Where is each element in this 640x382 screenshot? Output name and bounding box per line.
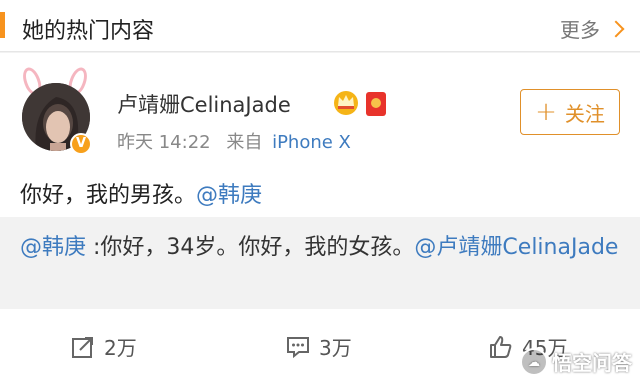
chevron-right-icon — [607, 20, 625, 38]
more-label: 更多 — [560, 18, 600, 42]
repost-target-mention[interactable]: @卢靖姗CelinaJade — [414, 235, 618, 260]
weibo-post: V 卢靖姗CelinaJade 昨天 14:22 来自 iPhone X + 关… — [0, 53, 640, 382]
content-text: 你好，我的男孩。 — [20, 183, 197, 208]
comment-button[interactable]: 3万 — [285, 332, 352, 361]
watermark: ☁ 悟空问答 — [520, 347, 632, 376]
section-accent-bar — [0, 12, 5, 38]
red-envelope-icon[interactable] — [366, 92, 386, 116]
avatar-wrap[interactable]: V — [18, 65, 98, 157]
verified-badge-icon: V — [70, 133, 92, 155]
plus-icon: + — [535, 97, 557, 127]
section-title: 她的热门内容 — [22, 19, 155, 44]
more-link[interactable]: 更多 — [560, 14, 625, 43]
content-mention[interactable]: @韩庚 — [196, 183, 262, 208]
repost-block[interactable]: @韩庚 :你好，34岁。你好，我的女孩。@卢靖姗CelinaJade — [0, 217, 640, 309]
post-time: 昨天 14:22 — [117, 132, 211, 153]
source-prefix: 来自 — [226, 132, 263, 153]
comment-icon — [287, 336, 309, 358]
repost-author-mention[interactable]: @韩庚 — [20, 235, 86, 260]
thumbs-up-icon — [490, 335, 512, 358]
wukong-logo-icon: ☁ — [520, 347, 548, 376]
follow-button[interactable]: + 关注 — [520, 89, 620, 135]
comment-count: 3万 — [319, 336, 352, 360]
post-content: 你好，我的男孩。@韩庚 — [20, 177, 262, 209]
share-count: 2万 — [104, 336, 137, 360]
username[interactable]: 卢靖姗CelinaJade — [117, 89, 291, 119]
repost-body: :你好，34岁。你好，我的女孩。 — [86, 235, 415, 260]
crown-icon — [332, 89, 360, 119]
section-header: 她的热门内容 更多 — [0, 0, 640, 52]
share-icon — [72, 336, 93, 358]
device-link[interactable]: iPhone X — [272, 132, 351, 153]
share-button[interactable]: 2万 — [70, 332, 137, 361]
watermark-text: 悟空问答 — [552, 351, 632, 375]
repost-text: @韩庚 :你好，34岁。你好，我的女孩。@卢靖姗CelinaJade — [20, 231, 620, 265]
follow-label: 关注 — [564, 101, 605, 126]
post-meta: 昨天 14:22 来自 iPhone X — [117, 128, 351, 154]
